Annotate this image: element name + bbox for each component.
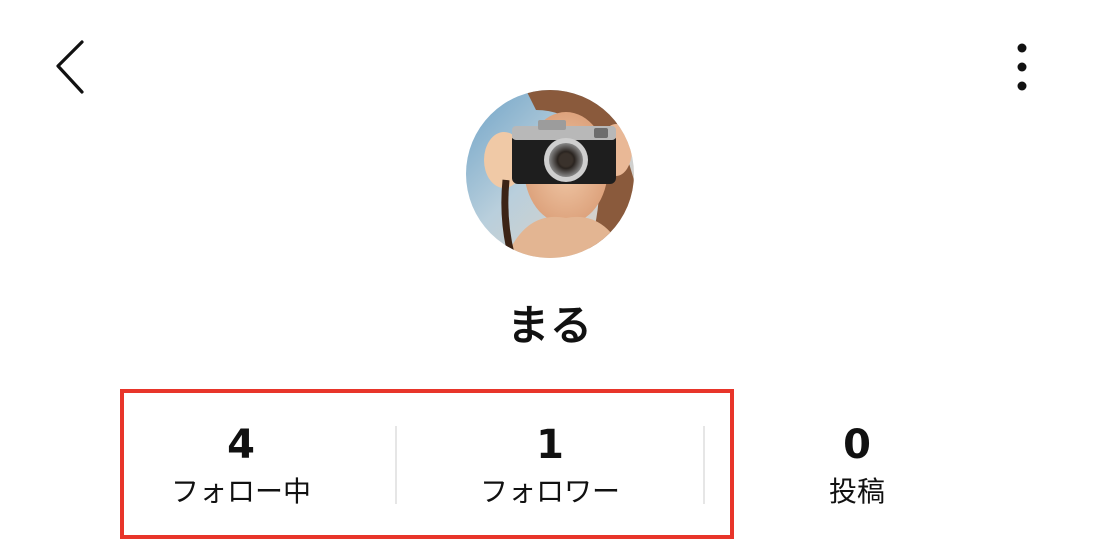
- stat-followers[interactable]: 1 フォロワー: [430, 420, 670, 520]
- avatar-image: [466, 90, 634, 258]
- stat-divider: [395, 426, 397, 504]
- avatar[interactable]: [466, 90, 634, 258]
- back-button[interactable]: [44, 30, 100, 102]
- stat-following[interactable]: 4 フォロー中: [121, 420, 361, 520]
- more-options-button[interactable]: [1000, 36, 1044, 100]
- following-count: 4: [227, 422, 255, 468]
- posts-label: 投稿: [828, 475, 885, 508]
- posts-count: 0: [843, 422, 871, 468]
- following-label: フォロー中: [170, 475, 311, 508]
- more-vertical-icon: [1017, 43, 1027, 91]
- chevron-left-icon: [56, 40, 84, 94]
- stat-posts[interactable]: 0 投稿: [737, 420, 977, 520]
- username: まる: [506, 301, 593, 350]
- stat-divider: [703, 426, 705, 504]
- followers-label: フォロワー: [479, 475, 620, 508]
- followers-count: 1: [536, 422, 564, 468]
